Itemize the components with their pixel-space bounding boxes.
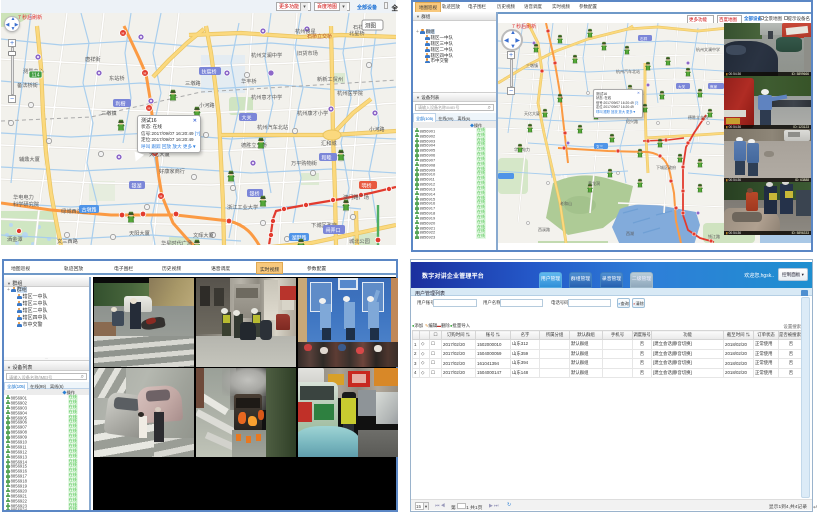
svg-text:城北公园: 城北公园 [349,237,370,245]
svg-text:H: H [144,71,147,76]
svg-text:天亿大厦: 天亿大厦 [524,110,540,116]
svg-text:西溪路: 西溪路 [538,226,550,232]
svg-text:文三: 文三 [596,144,604,149]
svg-text:辅鼎大厦: 辅鼎大厦 [19,155,40,163]
svg-text:老和山: 老和山 [560,200,572,206]
svg-text:H: H [148,106,151,111]
svg-text:杭州汽车北站: 杭州汽车北站 [616,68,640,74]
svg-text:华电电力: 华电电力 [13,193,34,201]
svg-text:杭州医学院: 杭州医学院 [337,89,364,97]
svg-text:明桥: 明桥 [362,183,372,190]
svg-text:利楷: 利楷 [116,101,126,108]
svg-text:科学研究院: 科学研究院 [13,200,40,208]
svg-text:扶宸桥: 扶宸桥 [202,69,217,76]
svg-text:石祥: 石祥 [640,36,648,41]
svg-text:西湖: 西湖 [626,230,634,236]
svg-text:测图: 测图 [365,22,377,30]
svg-text:好康家商行: 好康家商行 [159,167,185,175]
svg-text:汇和城: 汇和城 [321,139,337,147]
svg-text:闸弄口: 闸弄口 [326,227,341,234]
svg-text:银桥: 银桥 [250,191,260,198]
svg-text:小河路: 小河路 [199,101,215,109]
svg-text:焦家: 焦家 [710,84,718,89]
svg-text:东站桥: 东站桥 [109,74,125,82]
svg-text:新新工贸州: 新新工贸州 [317,75,343,83]
svg-text:H: H [122,31,125,36]
svg-text:和睦: 和睦 [322,155,332,162]
svg-text:古翠: 古翠 [560,174,568,179]
svg-text:绍兴路: 绍兴路 [626,118,638,124]
svg-text:大关: 大关 [678,84,686,89]
svg-text:114: 114 [32,73,40,79]
svg-text:天阳大厦: 天阳大厦 [129,229,150,237]
svg-text:杭州康才小学: 杭州康才小学 [297,109,328,117]
svg-text:古墩路: 古墩路 [82,207,97,214]
svg-text:下城区政府: 下城区政府 [656,164,676,170]
svg-text:杭州汽车北站: 杭州汽车北站 [257,123,288,131]
svg-text:德胜立交桥: 德胜立交桥 [688,114,708,120]
svg-text:三墩镇: 三墩镇 [101,109,117,117]
svg-text:华丰桥: 华丰桥 [241,77,257,85]
svg-text:三墩路: 三墩路 [185,79,201,87]
svg-text:三墩镇: 三墩镇 [526,62,538,68]
svg-text:钱江路: 钱江路 [708,233,720,239]
svg-text:小河路: 小河路 [369,125,385,133]
svg-text:石桥立交桥: 石桥立交桥 [307,33,332,40]
svg-text:唐祥街: 唐祥街 [85,55,101,63]
svg-text:文晖大厦: 文晖大厦 [193,231,214,239]
svg-text:洒金潭: 洒金潭 [7,235,23,243]
svg-text:银湖: 银湖 [132,183,142,190]
svg-text:H: H [160,194,163,199]
svg-text:旧货市场: 旧货市场 [297,49,318,57]
svg-text:大关: 大关 [242,115,252,122]
svg-text:备法桥街: 备法桥街 [17,81,38,89]
svg-text:万平购物街: 万平购物街 [291,159,317,167]
svg-text:杭州意才中学: 杭州意才中学 [251,93,282,101]
svg-text:杭州文澜中学: 杭州文澜中学 [696,46,720,52]
svg-text:杭州文澜中学: 杭州文澜中学 [251,51,282,59]
svg-text:文三西路: 文三西路 [57,237,79,245]
svg-text:浙江工业大学: 浙江工业大学 [227,203,258,211]
